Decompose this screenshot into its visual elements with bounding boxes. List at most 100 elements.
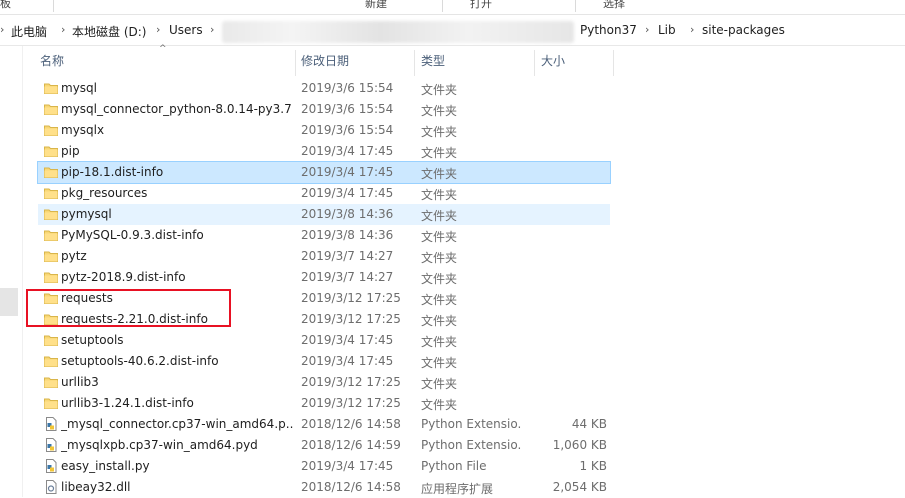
file-type: 文件夹 (421, 335, 458, 349)
file-row[interactable]: pymysql 2019/3/8 14:36 文件夹 (38, 204, 610, 225)
file-type: Python Extensio... (421, 417, 521, 431)
file-name: libeay32.dll (61, 480, 131, 494)
file-row[interactable]: easy_install.py 2019/3/4 17:45 Python File… (38, 456, 610, 477)
file-type: 文件夹 (421, 83, 458, 97)
file-name: _mysql_connector.cp37-win_amd64.p... (61, 417, 293, 431)
file-date: 2019/3/7 14:27 (301, 249, 394, 263)
folder-icon (44, 123, 58, 137)
file-row[interactable]: _mysql_connector.cp37-win_amd64.p... 2018… (38, 414, 610, 435)
highlight-box (26, 289, 231, 327)
chevron-right-icon[interactable]: › (156, 23, 160, 36)
file-date: 2019/3/4 17:45 (301, 144, 394, 158)
breadcrumb-python37[interactable]: Python37 (580, 23, 637, 37)
file-row[interactable]: mysql 2019/3/6 15:54 文件夹 (38, 78, 610, 99)
column-divider[interactable] (414, 50, 415, 76)
file-name: mysql (61, 81, 97, 95)
file-type: Python File (421, 459, 487, 473)
file-type: 文件夹 (421, 104, 458, 118)
file-date: 2019/3/12 17:25 (301, 291, 401, 305)
file-date: 2019/3/12 17:25 (301, 312, 401, 326)
file-row[interactable]: urllib3-1.24.1.dist-info 2019/3/12 17:25 文… (38, 393, 610, 414)
file-date: 2018/12/6 14:59 (301, 438, 401, 452)
file-type: 文件夹 (421, 209, 458, 223)
file-date: 2019/3/6 15:54 (301, 123, 394, 137)
file-row[interactable]: PyMySQL-0.9.3.dist-info 2019/3/8 14:36 文件夹 (38, 225, 610, 246)
chevron-right-icon[interactable]: › (645, 23, 649, 36)
folder-icon (44, 81, 58, 95)
file-name: PyMySQL-0.9.3.dist-info (61, 228, 204, 242)
file-date: 2018/12/6 14:58 (301, 417, 401, 431)
file-row[interactable]: mysql_connector_python-8.0.14-py3.7... 20… (38, 99, 610, 120)
file-row[interactable]: pytz 2019/3/7 14:27 文件夹 (38, 246, 610, 267)
folder-icon (44, 354, 58, 368)
folder-icon (44, 228, 58, 242)
file-row[interactable]: pkg_resources 2019/3/4 17:45 文件夹 (38, 183, 610, 204)
column-header-type[interactable]: 类型 (421, 52, 445, 74)
column-header-size[interactable]: 大小 (541, 52, 565, 74)
folder-icon (44, 186, 58, 200)
file-date: 2019/3/6 15:54 (301, 102, 394, 116)
ribbon-item[interactable]: 新建 (365, 0, 387, 11)
file-row[interactable]: setuptools 2019/3/4 17:45 文件夹 (38, 330, 610, 351)
dll-file-icon (44, 480, 58, 494)
file-type: 文件夹 (421, 356, 458, 370)
column-header-name[interactable]: 名称 (40, 52, 64, 74)
file-row[interactable]: pytz-2018.9.dist-info 2019/3/7 14:27 文件夹 (38, 267, 610, 288)
column-divider[interactable] (613, 50, 614, 76)
redacted-path-segment (222, 21, 574, 43)
file-type: 文件夹 (421, 293, 458, 307)
column-divider[interactable] (295, 50, 296, 76)
column-header-date[interactable]: 修改日期 (301, 52, 349, 74)
file-row[interactable]: pip-18.1.dist-info 2019/3/4 17:45 文件夹 (37, 161, 611, 184)
file-name: pip (61, 144, 80, 158)
file-date: 2019/3/12 17:25 (301, 375, 401, 389)
file-row[interactable]: _mysqlxpb.cp37-win_amd64.pyd 2018/12/6 14… (38, 435, 610, 456)
file-name: mysql_connector_python-8.0.14-py3.7... (61, 102, 293, 116)
file-type: 文件夹 (421, 251, 458, 265)
file-type: 文件夹 (421, 272, 458, 286)
file-date: 2019/3/4 17:45 (301, 459, 394, 473)
chevron-right-icon[interactable]: › (210, 23, 214, 36)
file-date: 2019/3/4 17:45 (301, 165, 394, 179)
file-name: mysqlx (61, 123, 105, 137)
python-file-icon (44, 438, 58, 452)
breadcrumb-users[interactable]: Users (169, 23, 203, 37)
ribbon-item[interactable]: 选择 (603, 0, 625, 11)
file-type: Python Extensio... (421, 438, 521, 452)
file-row[interactable]: libeay32.dll 2018/12/6 14:58 应用程序扩展 2,054 K… (38, 477, 610, 498)
file-name: pkg_resources (61, 186, 148, 200)
navigation-pane-selected-item[interactable] (0, 288, 18, 316)
file-date: 2019/3/4 17:45 (301, 354, 394, 368)
file-type: 文件夹 (421, 398, 458, 412)
file-row[interactable]: urllib3 2019/3/12 17:25 文件夹 (38, 372, 610, 393)
breadcrumb-this-pc[interactable]: 此电脑 (11, 23, 47, 40)
ribbon-divider (442, 0, 443, 12)
file-type: 文件夹 (421, 146, 458, 160)
breadcrumb-drive-d[interactable]: 本地磁盘 (D:) (72, 23, 146, 40)
ribbon-item[interactable]: 打开 (470, 0, 492, 11)
ribbon-item[interactable]: 板 (0, 0, 11, 11)
file-type: 文件夹 (421, 314, 458, 328)
breadcrumb-lib[interactable]: Lib (658, 23, 676, 37)
folder-icon (44, 207, 58, 221)
file-date: 2019/3/4 17:45 (301, 333, 394, 347)
breadcrumb-site-packages[interactable]: site-packages (702, 23, 785, 37)
file-name: pytz-2018.9.dist-info (61, 270, 186, 284)
file-type: 文件夹 (421, 188, 458, 202)
folder-icon (44, 165, 58, 179)
ribbon-divider (575, 0, 576, 12)
file-row[interactable]: pip 2019/3/4 17:45 文件夹 (38, 141, 610, 162)
file-row[interactable]: setuptools-40.6.2.dist-info 2019/3/4 17:4… (38, 351, 610, 372)
chevron-right-icon[interactable]: › (61, 23, 65, 36)
folder-icon (44, 375, 58, 389)
chevron-right-icon[interactable]: › (690, 23, 694, 36)
navigation-pane[interactable] (0, 46, 23, 497)
address-bar[interactable]: › 此电脑 › 本地磁盘 (D:) › Users › Python37 › L… (0, 17, 905, 46)
file-type: 应用程序扩展 (421, 482, 494, 496)
file-date: 2018/12/6 14:58 (301, 480, 401, 494)
file-row[interactable]: mysqlx 2019/3/6 15:54 文件夹 (38, 120, 610, 141)
column-divider[interactable] (534, 50, 535, 76)
file-date: 2019/3/8 14:36 (301, 207, 394, 221)
file-type: 文件夹 (421, 377, 458, 391)
chevron-left-icon: › (0, 23, 5, 36)
